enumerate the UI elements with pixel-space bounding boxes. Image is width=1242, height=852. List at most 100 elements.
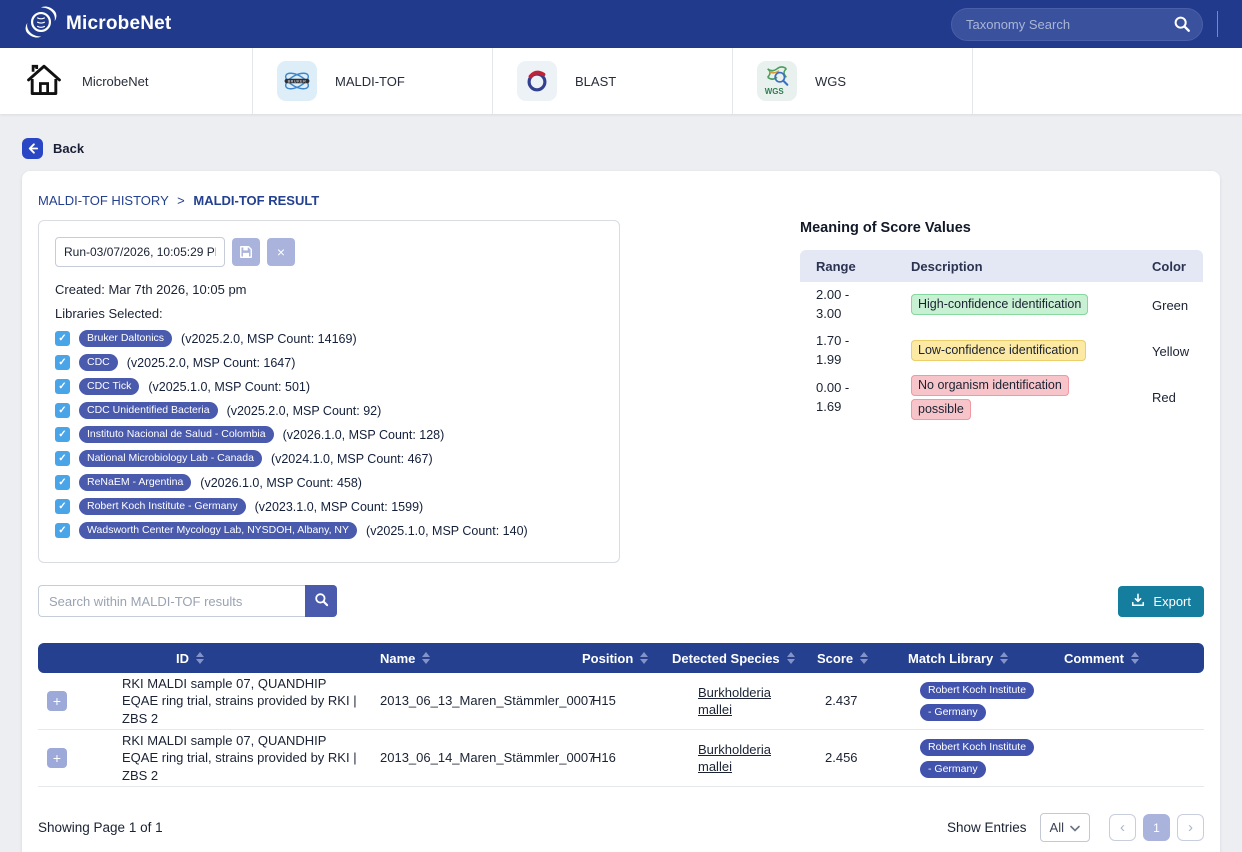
nav-item-wgs[interactable]: WGS WGS: [733, 48, 973, 114]
library-checkbox[interactable]: ✓: [55, 379, 70, 394]
score-range: 2.00 - 3.00: [816, 286, 878, 324]
back-button[interactable]: Back: [22, 138, 112, 159]
library-badge: Instituto Nacional de Salud - Colombia: [79, 426, 274, 443]
run-info-panel: × Created: Mar 7th 2026, 10:05 pm Librar…: [38, 220, 620, 563]
row-score: 2.437: [805, 692, 880, 709]
results-search-button[interactable]: [305, 585, 337, 617]
nav-item-maldi-tof[interactable]: BRUKER MALDI-TOF: [253, 48, 493, 114]
microbenet-logo-icon: [24, 5, 58, 44]
column-header-name[interactable]: Name: [360, 651, 570, 666]
nav-blast-label: BLAST: [575, 74, 616, 89]
expand-row-button[interactable]: +: [47, 748, 67, 768]
chevron-down-icon: [1070, 820, 1080, 835]
row-position: H16: [570, 749, 660, 766]
row-id: RKI MALDI sample 07, QUANDHIP EQAE ring …: [110, 675, 360, 726]
nav-maldi-label: MALDI-TOF: [335, 74, 405, 89]
column-header-species[interactable]: Detected Species: [660, 651, 805, 666]
show-entries-label: Show Entries: [947, 820, 1027, 835]
library-row: ✓ CDC Tick (v2025.1.0, MSP Count: 501): [55, 378, 603, 395]
sort-icon: [196, 652, 204, 664]
score-range: 1.70 - 1.99: [816, 332, 878, 370]
library-badge: CDC Unidentified Bacteria: [79, 402, 218, 419]
module-nav: MicrobeNet BRUKER MALDI-TOF BLAST: [0, 48, 1242, 114]
next-page-button[interactable]: ›: [1177, 814, 1204, 841]
library-badge: CDC: [79, 354, 118, 371]
maldi-tof-bruker-icon: BRUKER: [277, 61, 317, 101]
library-row: ✓ Instituto Nacional de Salud - Colombia…: [55, 426, 603, 443]
library-checkbox[interactable]: ✓: [55, 427, 70, 442]
library-checkbox[interactable]: ✓: [55, 499, 70, 514]
save-run-name-button[interactable]: [232, 238, 260, 266]
match-library-badge: Robert Koch Institute - Germany: [920, 682, 1034, 721]
detected-species-link[interactable]: Burkholderia mallei: [698, 685, 771, 717]
svg-text:WGS: WGS: [765, 87, 784, 96]
showing-page-text: Showing Page 1 of 1: [38, 820, 163, 835]
library-info: (v2025.2.0, MSP Count: 14169): [181, 332, 357, 346]
column-header-library[interactable]: Match Library: [880, 651, 1030, 666]
column-header-position[interactable]: Position: [570, 651, 660, 666]
page-1-button[interactable]: 1: [1143, 814, 1170, 841]
results-search: [38, 585, 337, 617]
breadcrumb-history-link[interactable]: MALDI-TOF HISTORY: [38, 193, 169, 208]
score-meaning-title: Meaning of Score Values: [800, 220, 1203, 236]
library-row: ✓ CDC (v2025.2.0, MSP Count: 1647): [55, 354, 603, 371]
library-row: ✓ National Microbiology Lab - Canada (v2…: [55, 450, 603, 467]
library-info: (v2023.1.0, MSP Count: 1599): [255, 500, 424, 514]
detected-species-link[interactable]: Burkholderia mallei: [698, 742, 771, 774]
back-label: Back: [53, 141, 84, 156]
taxonomy-search-input[interactable]: [951, 8, 1203, 41]
nav-item-blast[interactable]: BLAST: [493, 48, 733, 114]
top-navbar: MicrobeNet: [0, 0, 1242, 48]
library-info: (v2025.2.0, MSP Count: 92): [227, 404, 382, 418]
row-name: 2013_06_13_Maren_Stämmler_0007: [360, 692, 570, 709]
library-row: ✓ Robert Koch Institute - Germany (v2023…: [55, 498, 603, 515]
library-badge: National Microbiology Lab - Canada: [79, 450, 262, 467]
home-icon: [24, 60, 64, 103]
library-badge: ReNaEM - Argentina: [79, 474, 191, 491]
column-header-score[interactable]: Score: [805, 651, 880, 666]
run-name-input[interactable]: [55, 237, 225, 267]
search-icon: [314, 592, 329, 610]
column-header-comment[interactable]: Comment: [1030, 651, 1204, 666]
library-checkbox[interactable]: ✓: [55, 523, 70, 538]
library-info: (v2025.1.0, MSP Count: 501): [148, 380, 310, 394]
libraries-selected-label: Libraries Selected:: [55, 306, 603, 321]
results-table-header: ID Name Position Detected Species Score: [38, 643, 1204, 673]
brand-name: MicrobeNet: [66, 13, 171, 35]
sort-icon: [1131, 652, 1139, 664]
library-checkbox[interactable]: ✓: [55, 403, 70, 418]
export-label: Export: [1153, 594, 1191, 609]
score-description-badge: Low-confidence identification: [911, 340, 1086, 361]
sort-icon: [640, 652, 648, 664]
expand-row-button[interactable]: +: [47, 691, 67, 711]
library-checkbox[interactable]: ✓: [55, 355, 70, 370]
breadcrumb: MALDI-TOF HISTORY > MALDI-TOF RESULT: [38, 193, 1204, 208]
score-col-color: Color: [1152, 259, 1187, 274]
search-icon[interactable]: [1173, 15, 1191, 38]
row-id: RKI MALDI sample 07, QUANDHIP EQAE ring …: [110, 732, 360, 783]
results-search-input[interactable]: [38, 585, 305, 617]
library-checkbox[interactable]: ✓: [55, 331, 70, 346]
library-badge: Bruker Daltonics: [79, 330, 172, 347]
cancel-rename-button[interactable]: ×: [267, 238, 295, 266]
library-badge: Robert Koch Institute - Germany: [79, 498, 246, 515]
entries-select[interactable]: All: [1040, 813, 1090, 842]
library-checkbox[interactable]: ✓: [55, 475, 70, 490]
library-info: (v2024.1.0, MSP Count: 467): [271, 452, 433, 466]
score-color: Red: [1152, 390, 1187, 405]
nav-item-home[interactable]: MicrobeNet: [0, 48, 253, 114]
library-info: (v2025.1.0, MSP Count: 140): [366, 524, 528, 538]
library-checkbox[interactable]: ✓: [55, 451, 70, 466]
back-arrow-icon: [22, 138, 43, 159]
score-row: 2.00 - 3.00 High-confidence identificati…: [800, 282, 1203, 328]
sort-icon: [787, 652, 795, 664]
library-row: ✓ Bruker Daltonics (v2025.2.0, MSP Count…: [55, 330, 603, 347]
export-button[interactable]: Export: [1118, 586, 1204, 617]
blast-icon: [517, 61, 557, 101]
column-header-id[interactable]: ID: [110, 651, 360, 666]
library-badge: Wadsworth Center Mycology Lab, NYSDOH, A…: [79, 522, 357, 539]
page-content: Back MALDI-TOF HISTORY > MALDI-TOF RESUL…: [0, 114, 1242, 852]
brand[interactable]: MicrobeNet: [24, 5, 171, 44]
library-info: (v2026.1.0, MSP Count: 128): [283, 428, 445, 442]
prev-page-button[interactable]: ‹: [1109, 814, 1136, 841]
